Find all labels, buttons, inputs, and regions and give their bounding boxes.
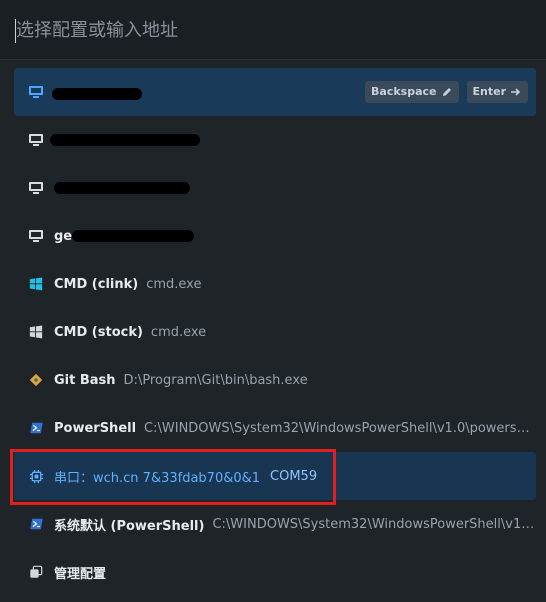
profile-item-2[interactable] [14, 116, 536, 164]
profile-item-git-bash[interactable]: Git Bash D:\Program\Git\bin\bash.exe [14, 356, 536, 404]
profile-search-bar [0, 0, 546, 60]
profile-name: PowerShell [54, 420, 137, 436]
chip-icon [28, 468, 44, 484]
powershell-icon [28, 516, 44, 532]
text-caret [15, 19, 16, 43]
redacted-text [50, 134, 200, 146]
redacted-text [54, 182, 190, 194]
manage-profiles-item[interactable]: 管理配置 [14, 548, 536, 596]
profile-command: cmd.exe [150, 324, 207, 340]
backspace-key-badge[interactable]: Backspace [365, 81, 459, 103]
arrow-right-icon [511, 88, 521, 96]
monitor-icon [28, 228, 44, 244]
redacted-text [72, 230, 194, 242]
profile-item-1[interactable]: Backspace Enter [14, 68, 536, 116]
profile-item-cmd-stock[interactable]: CMD (stock) cmd.exe [14, 308, 536, 356]
monitor-icon [28, 180, 44, 196]
profile-command: cmd.exe [146, 276, 202, 292]
profile-command: D:\Program\Git\bin\bash.exe [123, 372, 308, 388]
monitor-icon [28, 84, 44, 100]
profile-item-3[interactable] [14, 164, 536, 212]
hotkeys: Backspace Enter [365, 81, 528, 103]
profile-command: C:\WINDOWS\System32\WindowsPowerShell\v1… [144, 420, 536, 436]
profile-item-powershell[interactable]: PowerShell C:\WINDOWS\System32\WindowsPo… [14, 404, 536, 452]
profile-item-4[interactable]: ge [14, 212, 536, 260]
monitor-icon [28, 132, 44, 148]
profile-name: ge [54, 228, 73, 244]
profile-name: CMD (clink) [54, 276, 139, 292]
backspace-key-label: Backspace [371, 85, 437, 98]
profiles-icon [28, 564, 44, 580]
profile-command: C:\WINDOWS\System32\WindowsPowerShell\v1… [212, 516, 536, 532]
pencil-icon [442, 88, 451, 96]
profile-list: Backspace Enter ge CMD (clink) cmd.exe C… [14, 68, 536, 596]
enter-key-label: Enter [472, 85, 507, 98]
profile-name: Git Bash [54, 372, 116, 388]
windows-icon [28, 324, 44, 340]
windows-icon [28, 276, 44, 292]
redacted-text [52, 88, 142, 100]
profile-name: 管理配置 [54, 566, 107, 582]
git-icon [28, 372, 44, 388]
profile-name: 系统默认 (PowerShell) [54, 518, 205, 534]
profile-item-serial[interactable]: 串口：wch.cn 7&33fdab70&0&1 COM59 [14, 452, 536, 500]
powershell-icon [28, 420, 44, 436]
profile-item-system-default[interactable]: 系统默认 (PowerShell) C:\WINDOWS\System32\Wi… [14, 500, 536, 548]
profile-search-input[interactable] [14, 14, 536, 46]
profile-port: COM59 [270, 468, 318, 484]
profile-name: CMD (stock) [54, 324, 143, 340]
profile-name: 串口：wch.cn 7&33fdab70&0&1 [54, 470, 261, 486]
profile-item-cmd-clink[interactable]: CMD (clink) cmd.exe [14, 260, 536, 308]
enter-key-badge[interactable]: Enter [466, 81, 528, 103]
